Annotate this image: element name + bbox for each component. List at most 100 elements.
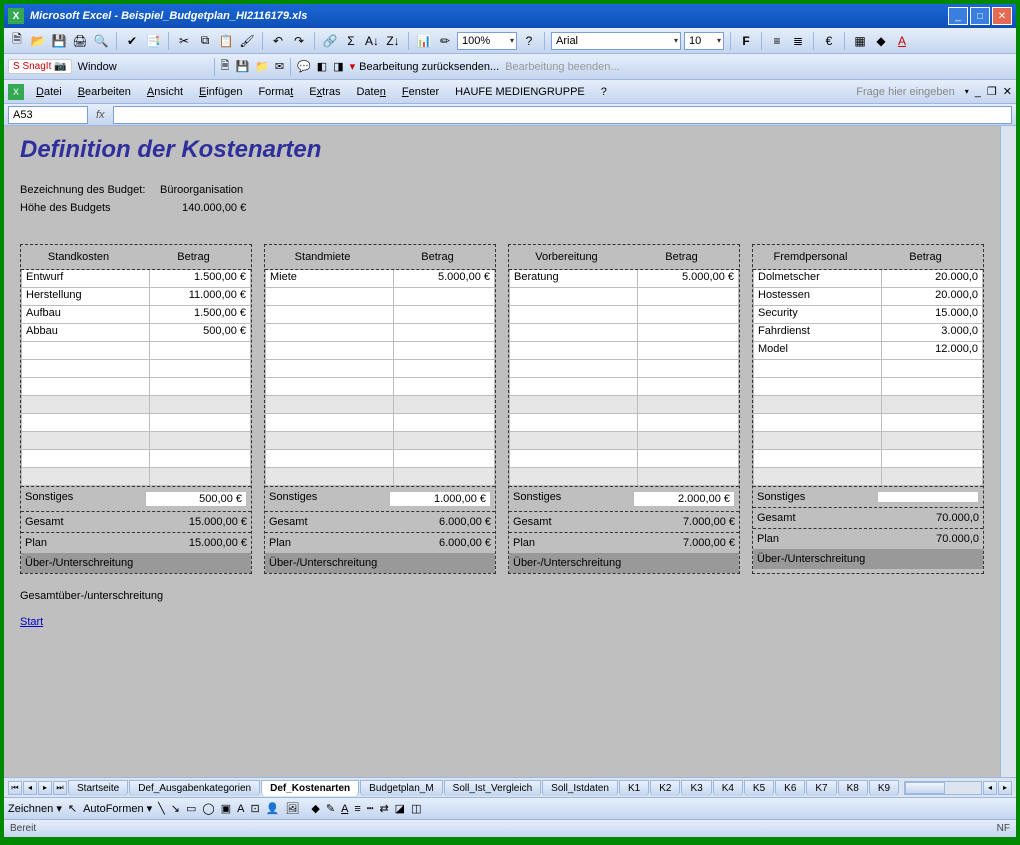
save-alt-icon[interactable]: 💾 xyxy=(235,60,249,73)
cell-amount[interactable] xyxy=(150,396,251,414)
cell-amount[interactable] xyxy=(150,342,251,360)
cell-amount[interactable] xyxy=(394,432,495,450)
cell-amount[interactable] xyxy=(150,414,251,432)
sort-desc-icon[interactable]: Z↓ xyxy=(384,32,402,50)
cell-amount[interactable]: 3.000,0 xyxy=(882,324,983,342)
borders-icon[interactable]: ▦ xyxy=(851,32,869,50)
cell-name[interactable] xyxy=(21,432,150,450)
cell-name[interactable] xyxy=(21,342,150,360)
menu-ansicht[interactable]: Ansicht xyxy=(139,83,191,101)
scroll-right-icon[interactable]: ▸ xyxy=(998,781,1012,795)
cell-amount[interactable] xyxy=(882,468,983,486)
cell-amount[interactable] xyxy=(394,450,495,468)
cell-amount[interactable] xyxy=(882,450,983,468)
arrow-icon[interactable]: ↘ xyxy=(171,802,180,815)
3d-icon[interactable]: ◫ xyxy=(411,802,421,815)
save-icon[interactable]: 💾 xyxy=(50,32,68,50)
cell-name[interactable] xyxy=(21,396,150,414)
sheet-nav-prev[interactable]: ◂ xyxy=(23,781,37,795)
copy-icon[interactable]: ⧉ xyxy=(196,32,214,50)
sheet-tab[interactable]: Budgetplan_M xyxy=(360,780,443,796)
cell-name[interactable] xyxy=(509,288,638,306)
sheet-tab[interactable]: K7 xyxy=(806,780,836,796)
cell-amount[interactable] xyxy=(882,360,983,378)
cell-name[interactable] xyxy=(509,432,638,450)
cell-name[interactable] xyxy=(753,378,882,396)
cell-amount[interactable] xyxy=(638,414,739,432)
sheet-tab[interactable]: Def_Kostenarten xyxy=(261,780,359,796)
snagit-badge[interactable]: S SnagIt 📷 xyxy=(8,59,72,74)
oval-icon[interactable]: ◯ xyxy=(202,802,214,815)
cell-name[interactable]: Beratung xyxy=(509,270,638,288)
cell-amount[interactable]: 500,00 € xyxy=(150,324,251,342)
sort-asc-icon[interactable]: A↓ xyxy=(363,32,381,50)
cell-name[interactable] xyxy=(265,414,394,432)
sheet-nav-next[interactable]: ▸ xyxy=(38,781,52,795)
cell-name[interactable] xyxy=(509,342,638,360)
menu-bearbeiten[interactable]: Bearbeiten xyxy=(70,83,139,101)
cell-amount[interactable] xyxy=(394,342,495,360)
cell-amount[interactable] xyxy=(882,432,983,450)
menu-datei[interactable]: DDateiatei xyxy=(28,83,70,101)
help-icon[interactable]: ? xyxy=(520,32,538,50)
font-color-icon-2[interactable]: A xyxy=(341,803,348,815)
cell-amount[interactable] xyxy=(638,324,739,342)
cell-name[interactable] xyxy=(265,378,394,396)
line-color-icon[interactable]: ✎ xyxy=(326,802,335,815)
font-color-icon[interactable]: A xyxy=(893,32,911,50)
help-search[interactable]: Frage hier eingeben xyxy=(852,85,958,99)
cell-name[interactable] xyxy=(265,450,394,468)
cell-amount[interactable] xyxy=(150,378,251,396)
cell-amount[interactable] xyxy=(394,360,495,378)
pointer-icon[interactable]: ↖ xyxy=(68,802,77,815)
cell-name[interactable] xyxy=(753,468,882,486)
sheet-tab[interactable]: K6 xyxy=(775,780,805,796)
sheet-tab[interactable]: Soll_Istdaten xyxy=(542,780,618,796)
fill-color-icon[interactable]: ◆ xyxy=(872,32,890,50)
menu-haufe[interactable]: HAUFE MEDIENGRUPPE xyxy=(447,83,593,101)
line-style-icon[interactable]: ≡ xyxy=(354,803,360,815)
cell-name[interactable] xyxy=(265,288,394,306)
autosum-icon[interactable]: Σ xyxy=(342,32,360,50)
sonstiges-value[interactable] xyxy=(877,491,979,503)
cell-name[interactable] xyxy=(265,396,394,414)
paste-icon[interactable]: 📋 xyxy=(217,32,235,50)
format-painter-icon[interactable]: 🖌 xyxy=(238,32,256,50)
cell-amount[interactable] xyxy=(638,450,739,468)
cell-amount[interactable] xyxy=(638,432,739,450)
cell-name[interactable] xyxy=(265,432,394,450)
close-button[interactable]: ✕ xyxy=(992,7,1012,25)
cell-amount[interactable] xyxy=(150,360,251,378)
cell-amount[interactable] xyxy=(394,288,495,306)
align-left-icon[interactable]: ≡ xyxy=(768,32,786,50)
vertical-scrollbar[interactable] xyxy=(1000,126,1016,777)
new-doc-icon[interactable]: 🗎 xyxy=(221,57,230,76)
currency-icon[interactable]: € xyxy=(820,32,838,50)
cell-name[interactable]: Security xyxy=(753,306,882,324)
cell-name[interactable] xyxy=(509,324,638,342)
mail-icon[interactable]: ✉ xyxy=(275,60,284,73)
cell-name[interactable]: Miete xyxy=(265,270,394,288)
line-icon[interactable]: ╲ xyxy=(158,802,165,815)
clipart-icon[interactable]: 👤 xyxy=(266,802,280,815)
cell-amount[interactable] xyxy=(394,468,495,486)
cell-name[interactable] xyxy=(509,414,638,432)
cell-name[interactable]: Dolmetscher xyxy=(753,270,882,288)
cell-name[interactable] xyxy=(753,396,882,414)
menu-fenster[interactable]: Fenster xyxy=(394,83,447,101)
research-icon[interactable]: 📑 xyxy=(144,32,162,50)
menu-format[interactable]: Format xyxy=(250,83,301,101)
cell-amount[interactable] xyxy=(394,414,495,432)
sheet-tab[interactable]: K3 xyxy=(681,780,711,796)
chart-icon[interactable]: 📊 xyxy=(415,32,433,50)
menu-extras[interactable]: Extras xyxy=(301,83,348,101)
track-icon[interactable]: ◧ xyxy=(317,60,327,73)
folder-icon[interactable]: 📁 xyxy=(255,60,269,73)
cell-amount[interactable] xyxy=(394,306,495,324)
fx-label[interactable]: fx xyxy=(92,109,109,121)
wordart-icon[interactable]: A xyxy=(237,803,244,815)
sheet-nav-last[interactable]: ⏭ xyxy=(53,781,67,795)
cell-amount[interactable] xyxy=(638,288,739,306)
cell-name[interactable] xyxy=(265,324,394,342)
cell-amount[interactable]: 12.000,0 xyxy=(882,342,983,360)
